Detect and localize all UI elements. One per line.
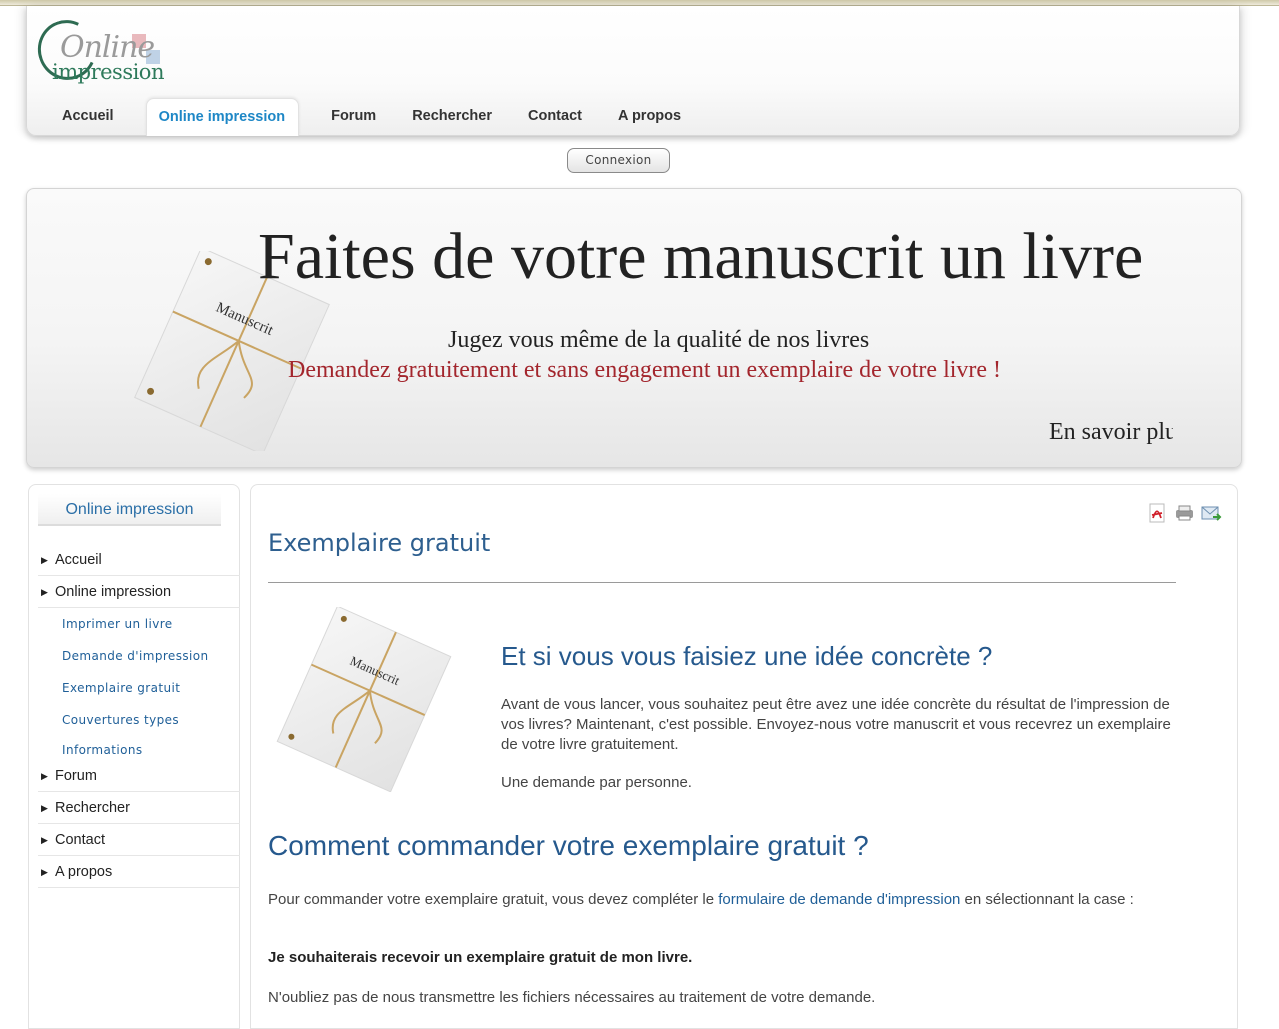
- sidebar-item-accueil[interactable]: ▶ Accueil: [38, 544, 240, 576]
- nav-forum[interactable]: Forum: [313, 98, 394, 136]
- site-logo[interactable]: Online impression: [29, 11, 176, 89]
- sidebar-item-label: Forum: [55, 768, 97, 784]
- request-form-link[interactable]: formulaire de demande d'impression: [718, 891, 960, 908]
- sidebar-item-label: Rechercher: [55, 800, 130, 816]
- nav-online-impression[interactable]: Online impression: [145, 98, 300, 136]
- login-button[interactable]: Connexion: [567, 148, 670, 173]
- title-divider: [268, 582, 1176, 583]
- article-tools: [1147, 503, 1222, 524]
- sidebar-item-online-impression[interactable]: ▶ Online impression: [38, 576, 240, 608]
- bullet-arrow-icon: ▶: [41, 587, 48, 597]
- section-heading-idea: Et si vous vous faisiez une idée concrèt…: [501, 641, 993, 671]
- sidebar-item-forum[interactable]: ▶ Forum: [38, 760, 240, 792]
- order-text-after: en sélectionnant la case :: [960, 891, 1134, 908]
- bullet-arrow-icon: ▶: [41, 771, 48, 781]
- banner-learn-more-link[interactable]: En savoir plus: [1049, 419, 1173, 446]
- files-reminder: N'oubliez pas de nous transmettre les fi…: [268, 968, 875, 1008]
- bullet-arrow-icon: ▶: [41, 835, 48, 845]
- bullet-arrow-icon: ▶: [41, 803, 48, 813]
- manuscript-image: Manuscrit: [276, 607, 452, 792]
- bullet-arrow-icon: ▶: [41, 867, 48, 877]
- order-paragraph: Pour commander votre exemplaire gratuit,…: [268, 890, 1148, 910]
- intro-paragraph: Avant de vous lancer, vous souhaitez peu…: [501, 696, 1171, 753]
- banner-cta[interactable]: Demandez gratuitement et sans engagement…: [288, 357, 1001, 384]
- sidebar-item-contact[interactable]: ▶ Contact: [38, 824, 240, 856]
- banner-subtitle: Jugez vous même de la qualité de nos liv…: [448, 327, 870, 353]
- nav-rechercher[interactable]: Rechercher: [394, 98, 510, 136]
- banner-content: Manuscrit Faites de votre manuscrit un l…: [27, 189, 1173, 467]
- main-content: Exemplaire gratuit Manuscrit Et si vous …: [250, 484, 1238, 1029]
- nav-accueil[interactable]: Accueil: [44, 98, 132, 136]
- email-icon[interactable]: [1201, 503, 1222, 524]
- sidebar-menu: ▶ Accueil ▶ Online impression Imprimer un …: [38, 544, 240, 888]
- sidebar-subitem-imprimer[interactable]: Imprimer un livre: [38, 608, 240, 640]
- limit-note: Une demande par personne.: [501, 774, 692, 791]
- sidebar-item-label: Contact: [55, 832, 105, 848]
- order-text-before: Pour commander votre exemplaire gratuit,…: [268, 891, 719, 908]
- banner-title: Faites de votre manuscrit un livre: [258, 220, 1144, 293]
- sidebar-title: Online impression: [38, 494, 221, 526]
- nav-a-propos[interactable]: A propos: [600, 98, 699, 136]
- section-heading-order: Comment commander votre exemplaire gratu…: [268, 830, 869, 861]
- files-reminder-text: N'oubliez pas de nous transmettre les fi…: [268, 989, 876, 1006]
- sidebar-item-label: A propos: [55, 864, 113, 880]
- nav-contact[interactable]: Contact: [510, 98, 600, 136]
- sidebar-item-rechercher[interactable]: ▶ Rechercher: [38, 792, 240, 824]
- sidebar-item-label: Accueil: [55, 552, 102, 568]
- main-nav: Accueil Online impression Forum Recherch…: [44, 98, 699, 138]
- sidebar: Online impression ▶ Accueil ▶ Online impre…: [28, 484, 240, 1029]
- sidebar-subitem-informations[interactable]: Informations: [38, 736, 240, 760]
- sidebar-item-label: Online impression: [55, 584, 172, 600]
- bullet-arrow-icon: ▶: [41, 555, 48, 565]
- sidebar-item-a-propos[interactable]: ▶ A propos: [38, 856, 240, 888]
- sidebar-subitem-exemplaire[interactable]: Exemplaire gratuit: [38, 672, 240, 704]
- sidebar-subitem-demande[interactable]: Demande d'impression: [38, 640, 240, 672]
- print-icon[interactable]: [1174, 503, 1195, 524]
- promo-banner[interactable]: Manuscrit Faites de votre manuscrit un l…: [26, 188, 1242, 468]
- page-title: Exemplaire gratuit: [268, 529, 491, 557]
- pdf-icon[interactable]: [1147, 503, 1168, 524]
- checkbox-label-quote: Je souhaiterais recevoir un exemplaire g…: [268, 949, 693, 966]
- sidebar-subitem-couvertures[interactable]: Couvertures types: [38, 704, 240, 736]
- logo-text-impression: impression: [52, 60, 164, 84]
